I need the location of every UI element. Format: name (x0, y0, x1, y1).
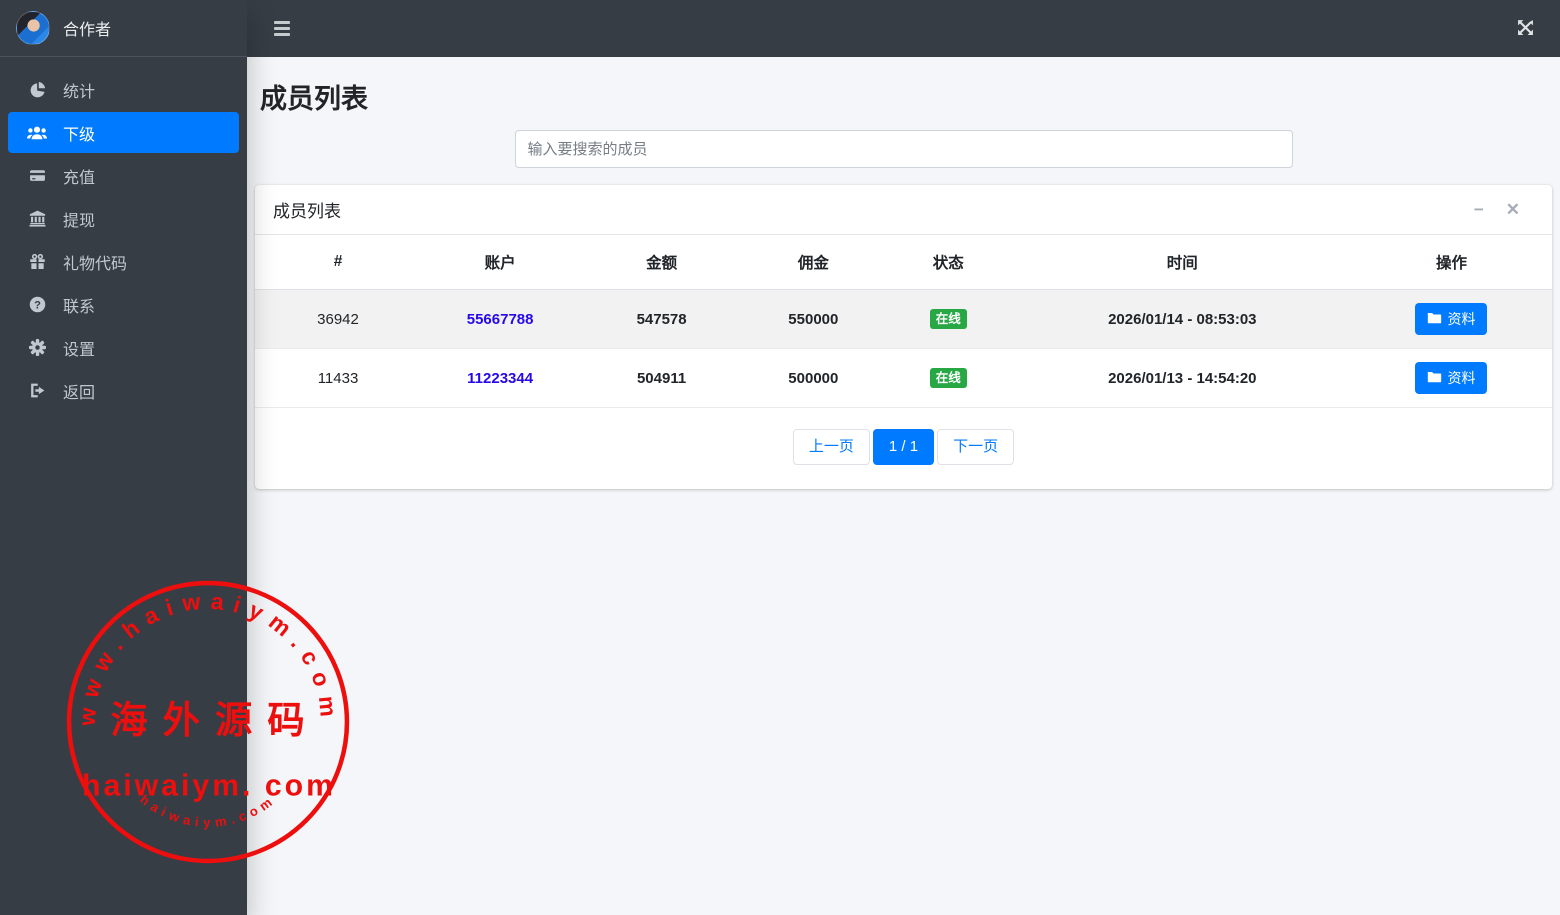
sidebar-item-withdraw[interactable]: 提现 (8, 198, 239, 239)
prev-page-button[interactable]: 上一页 (792, 429, 870, 465)
users-icon (27, 125, 47, 141)
status-badge: 在线 (929, 308, 967, 330)
next-page-button[interactable]: 下一页 (937, 429, 1015, 465)
gear-icon (27, 339, 47, 356)
sidebar-item-label: 充值 (63, 169, 96, 187)
logout-icon (27, 383, 47, 399)
svg-text:?: ? (34, 299, 41, 311)
pie-chart-icon (27, 81, 47, 98)
amount-value: 504911 (579, 348, 744, 408)
members-table: # 账户 金额 佣金 状态 时间 操作 36942 55667788 54757… (255, 235, 1552, 408)
column-header-commission: 佣金 (743, 235, 883, 290)
main-area: 成员列表 成员列表 − ✕ # 账户 (247, 0, 1560, 915)
sidebar-item-label: 礼物代码 (63, 255, 128, 273)
status-badge: 在线 (929, 367, 967, 389)
top-navbar (247, 0, 1560, 57)
user-panel: 合作者 (0, 0, 247, 57)
column-header-amount: 金额 (579, 235, 744, 290)
sidebar: 合作者 统计 下级 充值 提现 礼物代码 ? 联系 设置 返回 (0, 0, 247, 915)
sidebar-item-label: 设置 (63, 341, 96, 359)
avatar[interactable] (16, 11, 50, 45)
table-row: 36942 55667788 547578 550000 在线 2026/01/… (255, 289, 1552, 349)
sidebar-item-label: 下级 (63, 126, 96, 144)
page-title: 成员列表 (260, 84, 368, 114)
folder-icon (1427, 311, 1442, 327)
credit-card-icon (27, 168, 47, 184)
sidebar-item-label: 返回 (63, 384, 96, 402)
question-icon: ? (27, 296, 47, 313)
current-page-indicator: 1 / 1 (872, 429, 935, 465)
time-value: 2026/01/13 - 14:54:20 (1013, 348, 1351, 408)
sidebar-toggle-button[interactable] (270, 17, 294, 40)
minus-icon: − (1473, 200, 1484, 219)
member-search-input[interactable] (514, 130, 1293, 168)
sidebar-item-label: 统计 (63, 83, 96, 101)
card-header: 成员列表 − ✕ (255, 185, 1552, 235)
card-tools: − ✕ (1474, 201, 1534, 218)
fullscreen-button[interactable] (1515, 17, 1536, 41)
sidebar-item-label: 提现 (63, 212, 96, 230)
bank-icon (27, 210, 47, 227)
sidebar-item-contact[interactable]: ? 联系 (8, 284, 239, 325)
column-header-account: 账户 (421, 235, 580, 290)
member-id: 36942 (255, 289, 422, 349)
column-header-action: 操作 (1350, 235, 1552, 290)
account-link[interactable]: 55667788 (467, 311, 534, 328)
sidebar-item-stats[interactable]: 统计 (8, 69, 239, 110)
profile-button[interactable]: 资料 (1415, 362, 1488, 394)
brand-name: 合作者 (63, 22, 112, 39)
column-header-status: 状态 (882, 235, 1014, 290)
sidebar-item-recharge[interactable]: 充值 (8, 155, 239, 196)
sidebar-item-back[interactable]: 返回 (8, 370, 239, 411)
sidebar-nav: 统计 下级 充值 提现 礼物代码 ? 联系 设置 返回 (0, 57, 247, 413)
minimize-button[interactable]: − (1474, 201, 1484, 218)
profile-button[interactable]: 资料 (1415, 303, 1488, 335)
sidebar-item-subordinates[interactable]: 下级 (8, 112, 239, 153)
commission-value: 500000 (743, 348, 883, 408)
close-icon: ✕ (1505, 200, 1520, 219)
pagination: 上一页 1 / 1 下一页 (255, 408, 1552, 489)
close-button[interactable]: ✕ (1506, 201, 1520, 218)
folder-icon (1427, 370, 1442, 386)
menu-icon (274, 21, 290, 24)
table-header-row: # 账户 金额 佣金 状态 时间 操作 (255, 235, 1552, 290)
amount-value: 547578 (579, 289, 744, 349)
commission-value: 550000 (743, 289, 883, 349)
search-row (255, 130, 1552, 168)
time-value: 2026/01/14 - 08:53:03 (1013, 289, 1351, 349)
gift-icon (27, 253, 47, 270)
account-link[interactable]: 11223344 (467, 370, 533, 387)
column-header-id: # (255, 235, 422, 290)
content-area: 成员列表 成员列表 − ✕ # 账户 (247, 57, 1560, 489)
member-list-card: 成员列表 − ✕ # 账户 金额 佣金 状态 时间 操作 36942 55667… (255, 185, 1552, 489)
expand-icon (1517, 19, 1534, 39)
sidebar-item-label: 联系 (63, 298, 96, 316)
sidebar-item-settings[interactable]: 设置 (8, 327, 239, 368)
column-header-time: 时间 (1013, 235, 1351, 290)
table-row: 11433 11223344 504911 500000 在线 2026/01/… (255, 348, 1552, 408)
card-title: 成员列表 (273, 202, 341, 221)
member-id: 11433 (255, 348, 422, 408)
sidebar-item-giftcode[interactable]: 礼物代码 (8, 241, 239, 282)
